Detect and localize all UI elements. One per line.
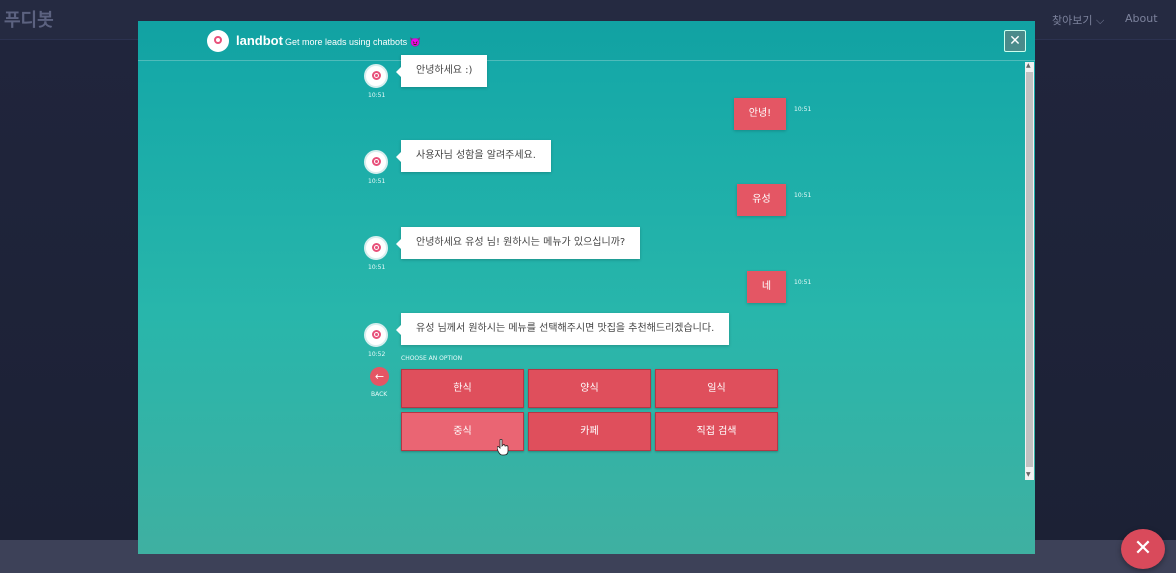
chat-scrollbar-thumb[interactable] [1026, 72, 1033, 467]
option-button-cafe[interactable]: 카페 [528, 412, 651, 451]
user-message: 유성 [737, 184, 786, 216]
message-time: 10:52 [368, 351, 386, 358]
site-logo[interactable]: 푸디봇 [4, 6, 54, 32]
brand-tagline[interactable]: Get more leads using chatbots 😈 [285, 37, 421, 48]
bot-avatar-icon [364, 64, 388, 88]
bot-message: 유성 님께서 원하시는 메뉴를 선택해주시면 맛집을 추천해드리겠습니다. [395, 313, 730, 345]
option-button-korean[interactable]: 한식 [401, 369, 524, 408]
nav-explore-dropdown[interactable]: 찾아보기 ⌵ [1052, 12, 1104, 28]
scroll-up-icon[interactable]: ▲ [1026, 62, 1031, 69]
message-time: 10:51 [368, 178, 386, 185]
option-button-western[interactable]: 양식 [528, 369, 651, 408]
brand-name: landbot [236, 33, 283, 48]
option-button-japanese[interactable]: 일식 [655, 369, 778, 408]
back-arrow-icon[interactable]: ← [370, 367, 389, 386]
scroll-down-icon[interactable]: ▼ [1026, 471, 1031, 478]
bot-message: 안녕하세요 유성 님! 원하시는 메뉴가 있으십니까? [395, 227, 641, 259]
message-time: 10:51 [368, 264, 386, 271]
option-button-direct-search[interactable]: 직접 검색 [655, 412, 778, 451]
bot-message: 사용자님 성함을 알려주세요. [396, 140, 551, 172]
chat-widget-close-button[interactable]: ✕ [1121, 529, 1165, 569]
back-label[interactable]: BACK [371, 391, 387, 398]
bot-avatar-icon [364, 323, 388, 347]
hand-cursor-icon [497, 439, 509, 456]
bot-avatar-icon [364, 150, 388, 174]
landbot-logo-icon [207, 30, 229, 52]
chatbot-modal: landbot Get more leads using chatbots 😈 … [138, 21, 1035, 554]
message-time: 10:51 [794, 279, 812, 286]
nav-about-link[interactable]: About [1125, 12, 1158, 25]
user-message: 안녕! [734, 98, 786, 130]
modal-close-button[interactable]: ✕ [1004, 30, 1026, 52]
message-time: 10:51 [794, 192, 812, 199]
choose-option-label: CHOOSE AN OPTION [401, 355, 463, 362]
message-time: 10:51 [368, 92, 386, 99]
user-message: 네 [747, 271, 786, 303]
modal-header: landbot Get more leads using chatbots 😈 … [138, 21, 1035, 61]
message-time: 10:51 [794, 106, 812, 113]
bot-message: 안녕하세요 :) [395, 55, 488, 87]
bot-avatar-icon [364, 236, 388, 260]
